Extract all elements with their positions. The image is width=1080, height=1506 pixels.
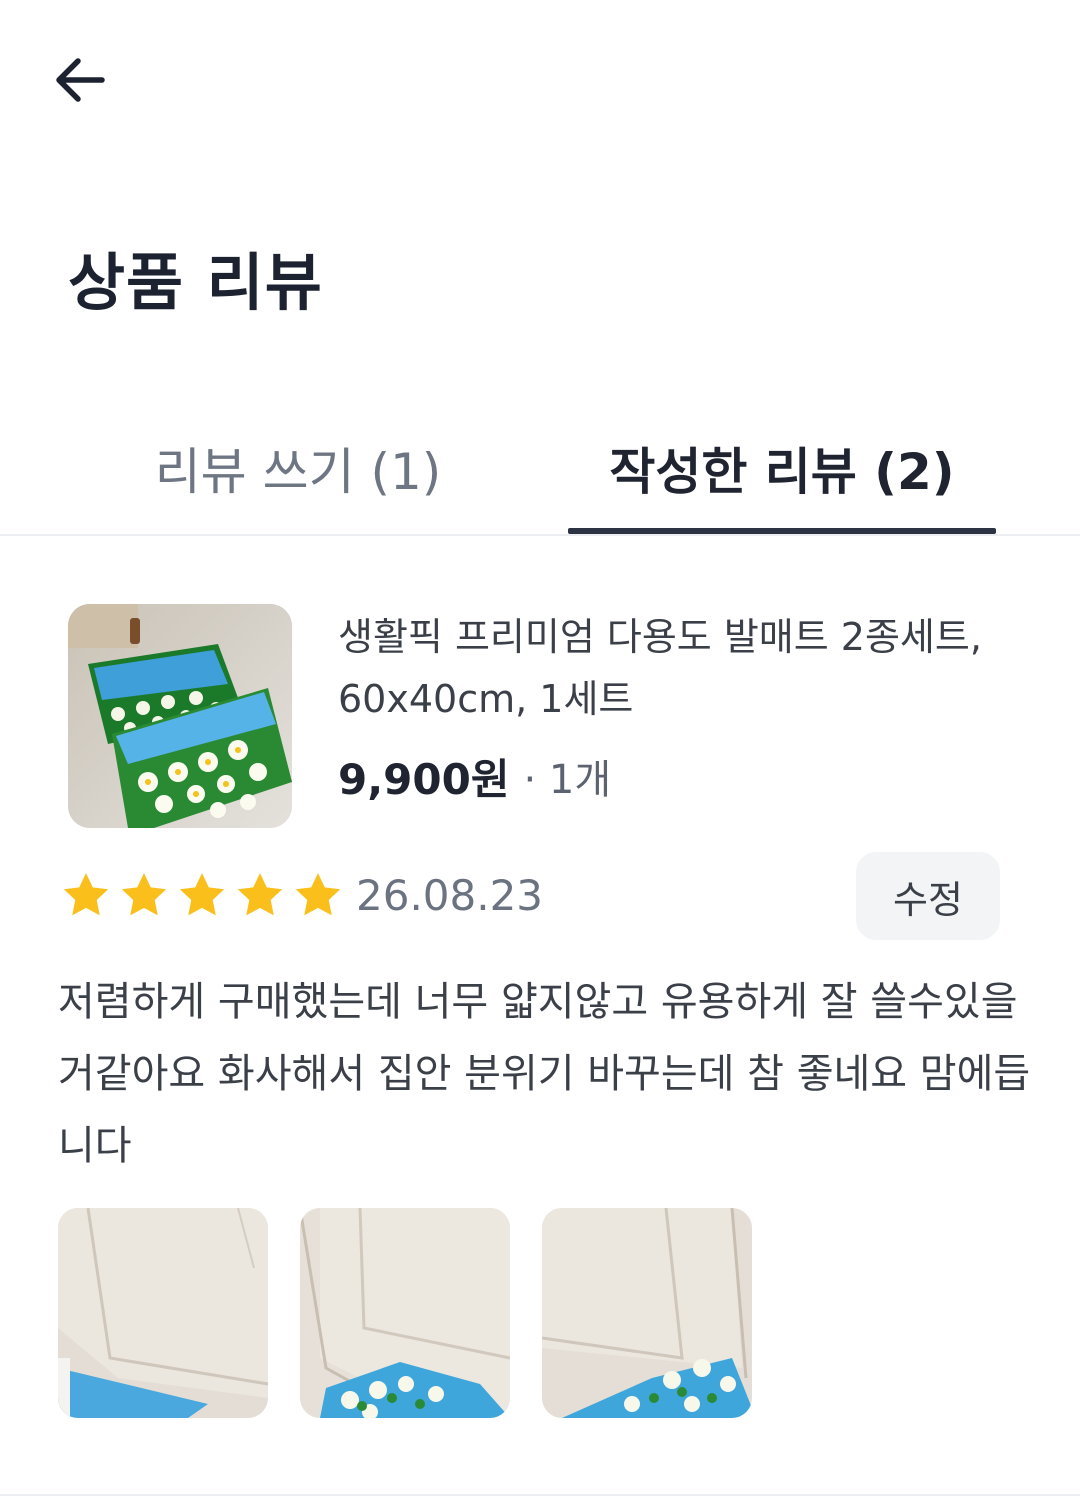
page-title: 상품 리뷰 [68, 246, 323, 319]
star-rating [58, 868, 346, 924]
star-icon [237, 873, 283, 916]
star-icon [63, 873, 109, 916]
review-photo-3-image [542, 1208, 752, 1418]
product-thumbnail[interactable] [68, 604, 292, 828]
review-date: 26.08.23 [356, 871, 544, 920]
tabs-divider [0, 534, 1080, 536]
star-icon [295, 873, 341, 916]
arrow-left-icon [56, 58, 105, 102]
tab-written-reviews[interactable]: 작성한 리뷰 (2) [568, 400, 996, 536]
review-photo-1-image [58, 1208, 268, 1418]
review-photo-1[interactable] [58, 1208, 268, 1418]
section-divider [0, 1494, 1080, 1496]
review-page: 상품 리뷰 리뷰 쓰기 (1) 작성한 리뷰 (2) 생활픽 프리미엄 다용도 … [0, 0, 1080, 1506]
product-price: 9,900원 [338, 754, 510, 804]
review-tabs: 리뷰 쓰기 (1) 작성한 리뷰 (2) [0, 400, 1080, 536]
star-icon [179, 873, 225, 916]
back-button[interactable] [44, 44, 116, 116]
tab-write-review[interactable]: 리뷰 쓰기 (1) [80, 400, 516, 536]
review-photo-2-image [300, 1208, 510, 1418]
product-name[interactable]: 생활픽 프리미엄 다용도 발매트 2종세트, 60x40cm, 1세트 [338, 606, 1018, 730]
review-text: 저렴하게 구매했는데 너무 얇지않고 유용하게 잘 쓸수있을거같아요 화사해서 … [58, 979, 1031, 1169]
price-row: 9,900원 · 1개 [338, 748, 611, 804]
review-photo-3[interactable] [542, 1208, 752, 1418]
review-photo-2[interactable] [300, 1208, 510, 1418]
edit-button[interactable]: 수정 [856, 852, 1000, 940]
product-quantity: · 1개 [523, 757, 612, 803]
bath-mat-image [68, 604, 292, 828]
star-icon [121, 873, 167, 916]
